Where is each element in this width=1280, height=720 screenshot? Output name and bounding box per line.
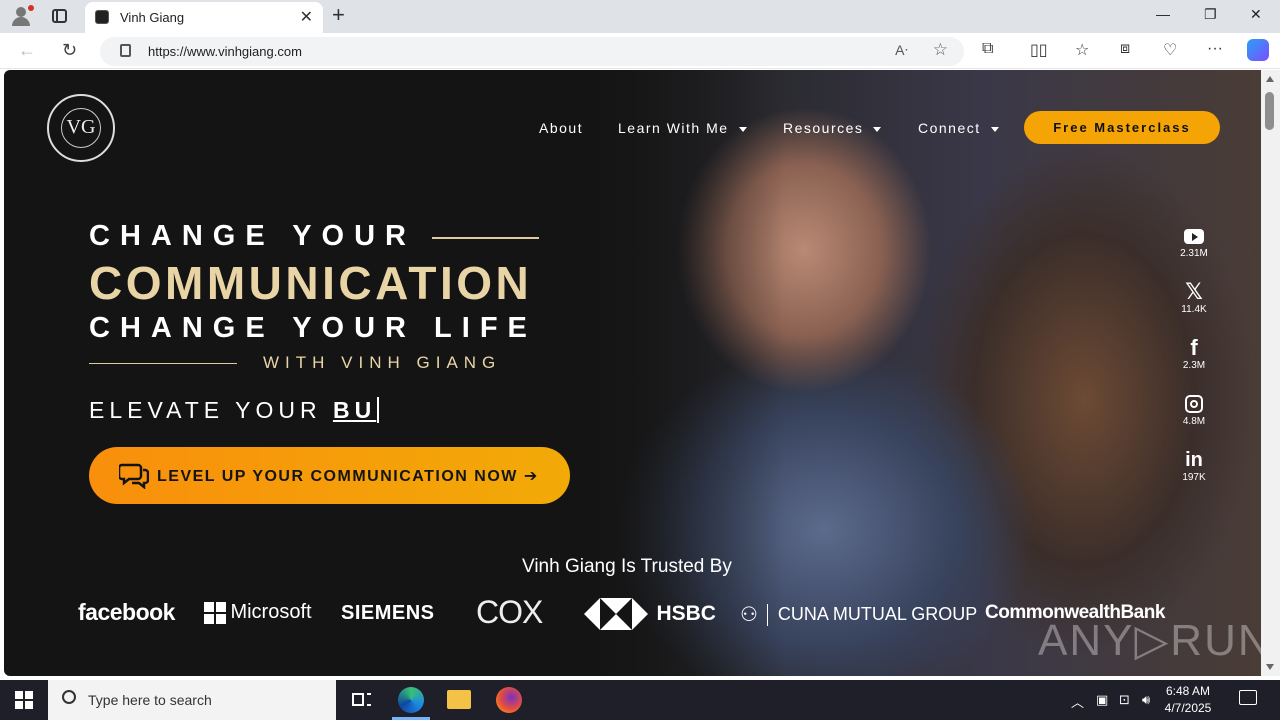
- browser-tab-bar: Vinh Giang ✕ + — ❐ ✕: [0, 0, 1280, 33]
- facebook-logo: facebook: [78, 599, 175, 625]
- cox-logo: COX: [476, 594, 543, 630]
- nav-connect[interactable]: Connect: [918, 120, 999, 136]
- more-menu-icon[interactable]: ···: [1207, 40, 1223, 58]
- volume-icon[interactable]: 🔊︎: [1142, 692, 1150, 708]
- network-icon[interactable]: ⊡: [1119, 692, 1130, 708]
- chevron-down-icon: [738, 126, 747, 132]
- youtube-link[interactable]: 2.31M: [1174, 225, 1214, 259]
- hero-line-1: CHANGE YOUR: [89, 220, 416, 252]
- close-tab-icon[interactable]: ✕: [300, 7, 313, 27]
- file-explorer-icon[interactable]: [447, 690, 471, 709]
- read-aloud-icon[interactable]: Aᐧ: [895, 42, 908, 59]
- page-scrollbar[interactable]: [1261, 70, 1280, 676]
- lock-icon: [120, 44, 131, 57]
- youtube-icon: [1174, 225, 1214, 247]
- search-icon: [62, 690, 76, 704]
- tab-actions-icon[interactable]: [52, 9, 67, 23]
- browser-tab[interactable]: Vinh Giang ✕: [85, 2, 323, 33]
- x-link[interactable]: 𝕏 11.4K: [1174, 279, 1214, 316]
- windows-start-icon[interactable]: [15, 691, 33, 709]
- hero-with: WITH VINH GIANG: [263, 353, 502, 372]
- split-screen-icon[interactable]: ▯▯: [1030, 40, 1048, 60]
- free-masterclass-button[interactable]: Free Masterclass: [1024, 111, 1220, 144]
- hsbc-hexagon-icon: [584, 598, 648, 630]
- hero-divider: [432, 237, 539, 239]
- x-icon: 𝕏: [1185, 279, 1203, 304]
- new-tab-button[interactable]: +: [332, 2, 345, 28]
- windows-grid-icon: [204, 601, 226, 624]
- task-view-icon[interactable]: [350, 688, 374, 712]
- hsbc-logo: HSBC: [584, 598, 716, 630]
- site-favicon-icon: [95, 10, 109, 24]
- typed-word: BU: [332, 397, 380, 423]
- web-page: VG About Learn With Me Resources Connect…: [4, 70, 1261, 676]
- notification-icon[interactable]: [1239, 690, 1257, 705]
- edge-browser-icon[interactable]: [398, 687, 424, 713]
- chat-icon: [119, 463, 149, 489]
- hero-typing-text: ELEVATE YOUR BU: [89, 397, 380, 424]
- scroll-down-icon[interactable]: [1266, 664, 1274, 670]
- hero-line-2: COMMUNICATION: [89, 257, 533, 309]
- instagram-icon: [1174, 393, 1214, 415]
- level-up-button[interactable]: LEVEL UP YOUR COMMUNICATION NOW ➔: [89, 447, 570, 504]
- show-hidden-icons[interactable]: ︿: [1071, 692, 1084, 711]
- restore-button[interactable]: ❐: [1204, 6, 1217, 23]
- url-field[interactable]: https://www.vinhgiang.com Aᐧ ☆: [100, 37, 964, 66]
- browser-essentials-icon[interactable]: ♡: [1163, 40, 1177, 60]
- minimize-button[interactable]: —: [1156, 6, 1170, 22]
- firefox-icon[interactable]: [496, 687, 522, 713]
- hero-line-3: CHANGE YOUR LIFE: [89, 312, 537, 344]
- search-placeholder: Type here to search: [88, 692, 212, 708]
- favorites-icon[interactable]: ☆: [1075, 40, 1089, 60]
- url-text: https://www.vinhgiang.com: [148, 44, 302, 59]
- favorite-star-icon[interactable]: ☆: [933, 40, 948, 60]
- site-logo[interactable]: VG: [47, 94, 115, 162]
- taskbar-clock[interactable]: 6:48 AM 4/7/2025: [1150, 683, 1226, 717]
- hero-divider: [89, 363, 237, 364]
- linkedin-link[interactable]: in 197K: [1174, 449, 1214, 483]
- facebook-link[interactable]: f 2.3M: [1174, 335, 1214, 372]
- cuna-mutual-logo: ⚇ CUNA MUTUAL GROUP: [740, 603, 978, 626]
- refresh-icon[interactable]: ↻: [62, 40, 77, 61]
- siemens-logo: SIEMENS: [341, 602, 435, 624]
- collections-icon[interactable]: ⧈: [1120, 40, 1130, 58]
- close-window-button[interactable]: ✕: [1250, 6, 1262, 23]
- profile-icon[interactable]: [8, 5, 34, 27]
- cuna-figure-icon: ⚇: [740, 604, 758, 626]
- extensions-icon[interactable]: ⧉: [982, 40, 993, 58]
- scroll-up-icon[interactable]: [1266, 76, 1274, 82]
- nav-resources[interactable]: Resources: [783, 120, 882, 136]
- copilot-icon[interactable]: [1247, 39, 1269, 61]
- back-icon[interactable]: ←: [18, 40, 36, 61]
- anyrun-watermark: ANY▷RUN: [1038, 616, 1261, 665]
- chevron-down-icon: [873, 126, 882, 132]
- facebook-icon: f: [1190, 335, 1198, 360]
- nav-learn-with-me[interactable]: Learn With Me: [618, 120, 747, 136]
- nav-about[interactable]: About: [539, 120, 583, 136]
- trusted-by-heading: Vinh Giang Is Trusted By: [522, 556, 732, 577]
- address-toolbar: ← ↻ https://www.vinhgiang.com Aᐧ ☆ ⧉ ▯▯ …: [0, 33, 1280, 69]
- linkedin-icon: in: [1185, 449, 1203, 471]
- instagram-link[interactable]: 4.8M: [1174, 393, 1214, 427]
- windows-taskbar: Type here to search ︿ ▣ ⊡ 🔊︎ 6:48 AM 4/7…: [0, 680, 1280, 720]
- taskbar-search[interactable]: Type here to search: [48, 680, 336, 720]
- level-up-label: LEVEL UP YOUR COMMUNICATION NOW ➔: [157, 468, 539, 485]
- scroll-thumb[interactable]: [1265, 92, 1274, 130]
- device-icon[interactable]: ▣: [1096, 692, 1108, 708]
- chevron-down-icon: [990, 126, 999, 132]
- microsoft-logo: Microsoft: [204, 601, 312, 624]
- tab-title: Vinh Giang: [120, 10, 185, 25]
